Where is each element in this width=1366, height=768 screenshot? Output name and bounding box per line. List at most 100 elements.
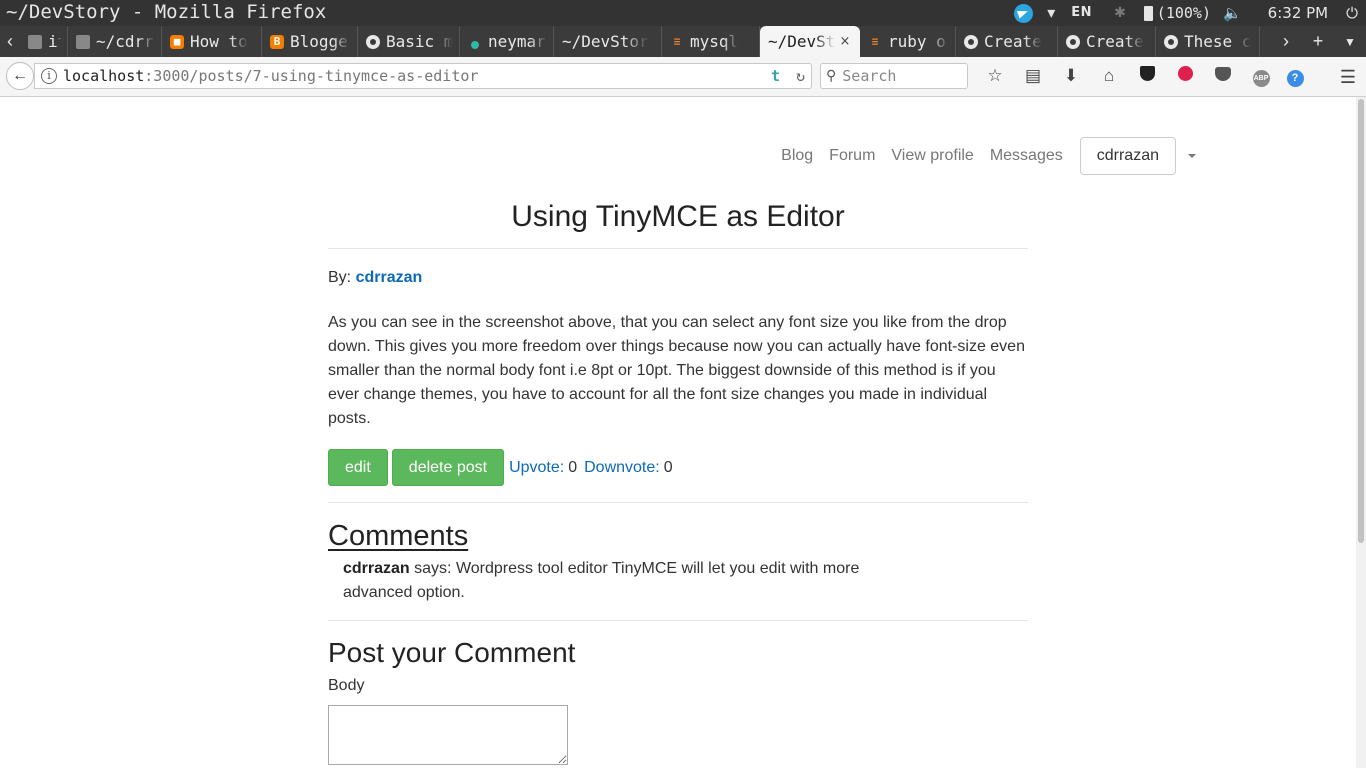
home-icon[interactable]: ⌂ [1090,66,1128,86]
comments-heading: Comments [328,520,469,552]
tab-label: Blogger [290,32,351,51]
search-placeholder: Search [842,67,897,85]
new-tab-icon[interactable]: + [1302,31,1334,52]
upvote-link[interactable]: Upvote: [509,459,564,477]
tab-strip-controls: › + ▼ [1270,26,1366,57]
search-input[interactable]: ⚲ Search [820,63,968,89]
user-dropdown-button[interactable]: cdrrazan [1079,137,1176,175]
comment-text: says: Wordpress tool editor TinyMCE will… [343,560,860,601]
pocket-red-icon[interactable] [1166,66,1204,86]
nav-forum-link[interactable]: Forum [829,147,875,165]
page-title: Using TinyMCE as Editor [328,192,1028,249]
pocket-icon[interactable] [1204,66,1242,86]
tab-label: ital [48,32,61,51]
window-title: ~/DevStory - Mozilla Firefox [6,1,327,23]
github-icon [964,34,978,49]
search-icon: ⚲ [826,68,837,84]
tab-label: ~/cdrra [96,32,155,51]
url-path: :3000/posts/7-using-tinymce-as-editor [144,67,479,85]
page-icon [76,34,90,49]
downvote-link[interactable]: Downvote: [584,459,660,477]
scrollbar-thumb[interactable] [1358,99,1364,543]
reading-list-icon[interactable]: ▤ [1014,66,1052,86]
adblock-icon[interactable]: ABP [1242,65,1280,87]
orange-site-icon: ■ [170,34,184,49]
battery-icon[interactable] [1143,5,1153,21]
wifi-icon[interactable]: ▾ [1047,0,1055,26]
nav-messages-link[interactable]: Messages [990,147,1063,165]
browser-tab[interactable]: These c [1156,26,1260,57]
help-icon[interactable]: ? [1280,66,1310,87]
telegram-icon[interactable] [1014,3,1034,23]
post-byline: By: cdrrazan [328,269,1028,287]
tab-strip: ‹ ital ~/cdrra ■ How to B Blogger Basic m neyma… [0,26,1366,57]
browser-tab[interactable]: ■ How to [162,26,262,57]
by-label: By: [328,269,352,286]
bookmark-star-icon[interactable]: ☆ [976,66,1014,86]
page-scrollbar[interactable] [1356,97,1366,768]
browser-tab[interactable]: ≡ mysql [662,26,760,57]
body-label: Body [328,677,365,694]
browser-tab[interactable]: ≡ ruby or [860,26,956,57]
downloads-icon[interactable]: ⬇ [1052,66,1090,86]
extension-t-icon[interactable]: t [771,67,780,85]
keyboard-language[interactable]: EN [1071,0,1092,26]
stackoverflow-icon: ≡ [673,35,681,48]
delete-post-button[interactable]: delete post [391,449,505,486]
comment-item: cdrrazan says: Wordpress tool editor Tin… [343,557,883,620]
system-tray: ▾ EN ✱ (100%) 🔈 6:32 PM ⏻ [1014,0,1358,26]
tab-label: mysql [690,32,739,51]
dot-icon [468,35,482,49]
close-icon[interactable]: × [839,34,850,49]
browser-tab[interactable]: ital [20,26,68,57]
edit-button[interactable]: edit [328,449,388,486]
post-container: Using TinyMCE as Editor By: cdrrazan As … [328,192,1028,768]
tab-label: How to [190,32,248,51]
browser-tab[interactable]: ~/DevSt × [760,26,860,57]
github-icon [366,34,380,49]
tab-label: Basic m [386,32,453,51]
browser-tab[interactable]: neymars [460,26,554,57]
browser-tab[interactable]: B Blogger [262,26,358,57]
site-info-icon[interactable]: i [41,68,57,84]
power-icon[interactable]: ⏻ [1346,0,1358,26]
browser-tab[interactable]: Create [1058,26,1156,57]
volume-icon[interactable]: 🔈 [1223,0,1242,26]
battery-level[interactable]: (100%) [1157,0,1211,26]
nav-view-profile-link[interactable]: View profile [891,147,973,165]
browser-tab[interactable]: ~/cdrra [68,26,162,57]
page-viewport: Blog Forum View profile Messages cdrraza… [0,97,1366,768]
browser-tab[interactable]: ~/DevStor [554,26,662,57]
hamburger-menu-icon[interactable]: ☰ [1340,67,1356,88]
url-host: localhost [63,67,145,85]
tab-list-icon[interactable]: ▼ [1334,35,1366,49]
nav-blog-link[interactable]: Blog [781,147,813,165]
divider [328,620,1028,621]
blogger-icon: B [270,34,284,49]
clock[interactable]: 6:32 PM [1268,0,1328,26]
tab-label: Create [1086,32,1144,51]
github-icon [1066,34,1080,49]
author-link[interactable]: cdrrazan [356,269,423,286]
chevron-down-icon[interactable] [1188,154,1196,158]
post-actions: edit delete post Upvote: 0 Downvote: 0 [328,449,1028,503]
browser-tab[interactable]: Create [956,26,1058,57]
tab-label: Create [984,32,1042,51]
reload-icon[interactable]: ↻ [796,67,805,85]
privacy-shield-icon[interactable] [1128,66,1166,86]
browser-tab[interactable]: Basic m [358,26,460,57]
tab-label: ruby or [888,32,949,51]
user-name: cdrrazan [1096,147,1159,164]
browser-toolbar-icons: ☆ ▤ ⬇ ⌂ ABP ? [976,63,1310,89]
tab-scroll-right-icon[interactable]: › [1270,31,1302,52]
comment-author: cdrrazan [343,560,410,577]
tabs-container: ital ~/cdrra ■ How to B Blogger Basic m neymars… [20,26,1260,57]
url-bar[interactable]: i localhost:3000/posts/7-using-tinymce-a… [34,63,812,89]
bluetooth-icon[interactable]: ✱ [1114,0,1126,26]
tab-label: ~/DevSt [768,32,836,51]
downvote-count: 0 [663,458,673,476]
navigation-toolbar: ← i localhost:3000/posts/7-using-tinymce… [0,57,1366,97]
back-button[interactable]: ← [6,62,34,90]
comment-body-field[interactable] [328,705,568,765]
tab-scroll-left-icon[interactable]: ‹ [0,26,20,57]
